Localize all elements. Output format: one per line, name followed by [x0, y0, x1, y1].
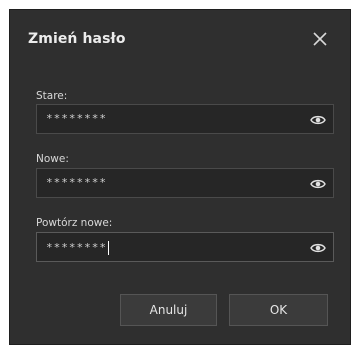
- old-password-field[interactable]: ********: [36, 104, 334, 134]
- repeat-password-value: ********: [46, 241, 107, 254]
- cancel-button[interactable]: Anuluj: [120, 294, 217, 326]
- show-repeat-password-button[interactable]: [310, 241, 326, 255]
- new-password-value: ********: [46, 176, 107, 189]
- close-icon: [313, 32, 327, 46]
- repeat-password-text: ********: [46, 241, 109, 255]
- eye-icon: [310, 115, 326, 125]
- old-password-value: ********: [46, 112, 107, 125]
- repeat-password-field[interactable]: ********: [36, 232, 334, 262]
- eye-icon: [310, 179, 326, 189]
- eye-icon: [310, 243, 326, 253]
- show-new-password-button[interactable]: [310, 177, 326, 191]
- old-password-label: Stare:: [36, 90, 68, 102]
- show-old-password-button[interactable]: [310, 113, 326, 127]
- text-caret: [107, 241, 109, 255]
- repeat-password-label: Powtórz nowe:: [36, 217, 113, 229]
- new-password-label: Nowe:: [36, 153, 69, 165]
- new-password-field[interactable]: ********: [36, 168, 334, 198]
- ok-button[interactable]: OK: [229, 294, 328, 326]
- dialog-title: Zmień hasło: [28, 31, 126, 47]
- close-button[interactable]: [312, 31, 328, 47]
